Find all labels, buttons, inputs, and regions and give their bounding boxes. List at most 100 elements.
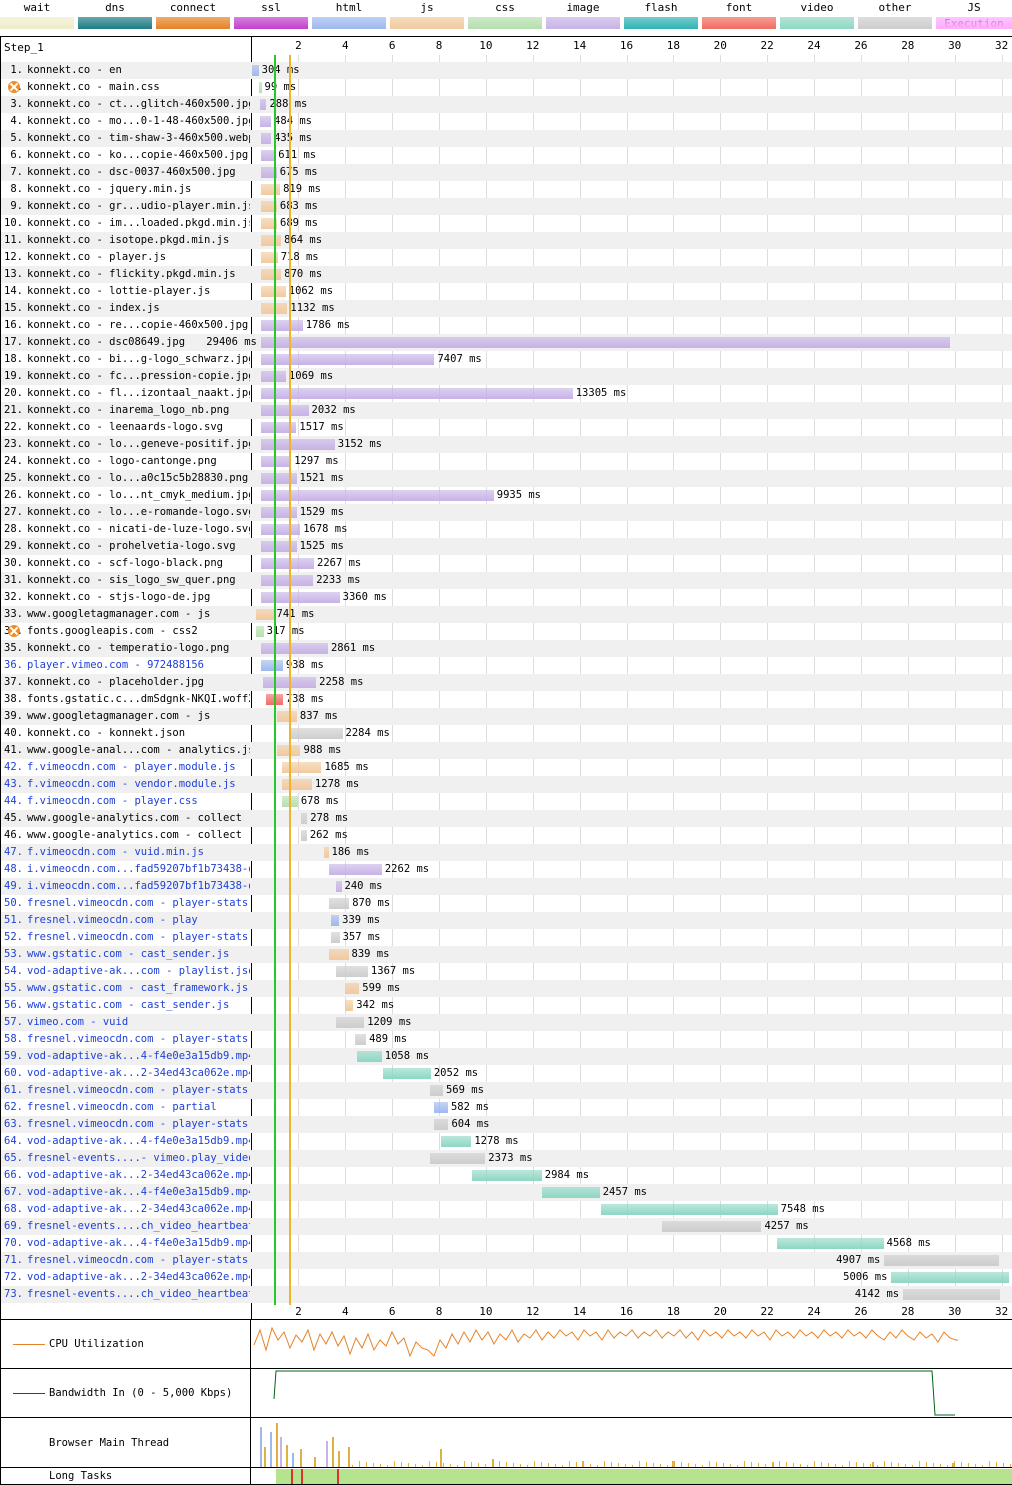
request-label[interactable]: 44. f.vimeocdn.com - player.css xyxy=(1,793,250,810)
request-row[interactable]: 35. konnekt.co - temperatio-logo.png 2861 … xyxy=(1,640,1012,657)
request-label[interactable]: 10. konnekt.co - im...loaded.pkgd.min.js xyxy=(1,215,250,232)
request-label[interactable]: 12. konnekt.co - player.js xyxy=(1,249,250,266)
request-label[interactable]: 25. konnekt.co - lo...a0c15c5b28830.png xyxy=(1,470,250,487)
request-label[interactable]: 55. www.gstatic.com - cast_framework.js xyxy=(1,980,250,997)
request-label[interactable]: 63. fresnel.vimeocdn.com - player-stats xyxy=(1,1116,250,1133)
request-row[interactable]: 14. konnekt.co - lottie-player.js 1062 ms xyxy=(1,283,1012,300)
request-row[interactable]: 47. f.vimeocdn.com - vuid.min.js 186 ms xyxy=(1,844,1012,861)
request-row[interactable]: 38. fonts.gstatic.c...dmSdgnk-NKQI.woff2 7… xyxy=(1,691,1012,708)
request-row[interactable]: 4. konnekt.co - mo...0-1-48-460x500.jpg 48… xyxy=(1,113,1012,130)
request-label[interactable]: 1. konnekt.co - en xyxy=(1,62,250,79)
request-label[interactable]: 16. konnekt.co - re...copie-460x500.jpg xyxy=(1,317,250,334)
request-label[interactable]: 14. konnekt.co - lottie-player.js xyxy=(1,283,250,300)
request-row[interactable]: 11. konnekt.co - isotope.pkgd.min.js 864 m… xyxy=(1,232,1012,249)
request-label[interactable]: 66. vod-adaptive-ak...2-34ed43ca062e.mp4 xyxy=(1,1167,250,1184)
request-label[interactable]: 56. www.gstatic.com - cast_sender.js xyxy=(1,997,250,1014)
request-row[interactable]: 15. konnekt.co - index.js 1132 ms xyxy=(1,300,1012,317)
request-label[interactable]: 40. konnekt.co - konnekt.json xyxy=(1,725,250,742)
request-row[interactable]: 52. fresnel.vimeocdn.com - player-stats 35… xyxy=(1,929,1012,946)
request-row[interactable]: 60. vod-adaptive-ak...2-34ed43ca062e.mp4 2… xyxy=(1,1065,1012,1082)
request-row[interactable]: 7. konnekt.co - dsc-0037-460x500.jpg 675 m… xyxy=(1,164,1012,181)
request-label[interactable]: 6. konnekt.co - ko...copie-460x500.jpg xyxy=(1,147,250,164)
request-row[interactable]: 33. www.googletagmanager.com - js 741 ms xyxy=(1,606,1012,623)
request-row[interactable]: 31. konnekt.co - sis_logo_sw_quer.png 2233… xyxy=(1,572,1012,589)
request-label[interactable]: 59. vod-adaptive-ak...4-f4e0e3a15db9.mp4 xyxy=(1,1048,250,1065)
request-label[interactable]: 29. konnekt.co - prohelvetia-logo.svg xyxy=(1,538,250,555)
request-row[interactable]: 9. konnekt.co - gr...udio-player.min.js 68… xyxy=(1,198,1012,215)
request-label[interactable]: 30. konnekt.co - scf-logo-black.png xyxy=(1,555,250,572)
request-label[interactable]: 58. fresnel.vimeocdn.com - player-stats xyxy=(1,1031,250,1048)
request-row[interactable]: 64. vod-adaptive-ak...4-f4e0e3a15db9.mp4 1… xyxy=(1,1133,1012,1150)
request-row[interactable]: 1. konnekt.co - en 304 ms xyxy=(1,62,1012,79)
request-label[interactable]: 73. fresnel-events....ch_video_heartbeat xyxy=(1,1286,250,1303)
request-label[interactable]: 35. konnekt.co - temperatio-logo.png xyxy=(1,640,250,657)
request-row[interactable]: 59. vod-adaptive-ak...4-f4e0e3a15db9.mp4 1… xyxy=(1,1048,1012,1065)
request-label[interactable]: 9. konnekt.co - gr...udio-player.min.js xyxy=(1,198,250,215)
request-label[interactable]: 26. konnekt.co - lo...nt_cmyk_medium.jpg xyxy=(1,487,250,504)
request-row[interactable]: 55. www.gstatic.com - cast_framework.js 59… xyxy=(1,980,1012,997)
request-label[interactable]: 62. fresnel.vimeocdn.com - partial xyxy=(1,1099,250,1116)
request-label[interactable]: 27. konnekt.co - lo...e-romande-logo.svg xyxy=(1,504,250,521)
request-row[interactable]: 20. konnekt.co - fl...izontaal_naakt.jpg 1… xyxy=(1,385,1012,402)
request-row[interactable]: 30. konnekt.co - scf-logo-black.png 2267 m… xyxy=(1,555,1012,572)
request-label[interactable]: 22. konnekt.co - leenaards-logo.svg xyxy=(1,419,250,436)
request-row[interactable]: 5. konnekt.co - tim-shaw-3-460x500.webp 43… xyxy=(1,130,1012,147)
request-label[interactable]: 64. vod-adaptive-ak...4-f4e0e3a15db9.mp4 xyxy=(1,1133,250,1150)
request-row[interactable]: 16. konnekt.co - re...copie-460x500.jpg 17… xyxy=(1,317,1012,334)
request-row[interactable]: 3. konnekt.co - ct...glitch-460x500.jpg 28… xyxy=(1,96,1012,113)
request-label[interactable]: 41. www.google-anal...com - analytics.js xyxy=(1,742,250,759)
request-label[interactable]: 53. www.gstatic.com - cast_sender.js xyxy=(1,946,250,963)
request-row[interactable]: 66. vod-adaptive-ak...2-34ed43ca062e.mp4 2… xyxy=(1,1167,1012,1184)
request-row[interactable]: 25. konnekt.co - lo...a0c15c5b28830.png 15… xyxy=(1,470,1012,487)
request-row[interactable]: 28. konnekt.co - nicati-de-luze-logo.svg 1… xyxy=(1,521,1012,538)
request-row[interactable]: 22. konnekt.co - leenaards-logo.svg 1517 m… xyxy=(1,419,1012,436)
request-row[interactable]: 65. fresnel-events....- vimeo.play_video 2… xyxy=(1,1150,1012,1167)
request-label[interactable]: 7. konnekt.co - dsc-0037-460x500.jpg xyxy=(1,164,250,181)
request-row[interactable]: 37. konnekt.co - placeholder.jpg 2258 ms xyxy=(1,674,1012,691)
request-row[interactable]: 42. f.vimeocdn.com - player.module.js 1685… xyxy=(1,759,1012,776)
request-row[interactable]: 2.konnekt.co - main.css 99 ms xyxy=(1,79,1012,96)
request-label[interactable]: 39. www.googletagmanager.com - js xyxy=(1,708,250,725)
request-row[interactable]: 40. konnekt.co - konnekt.json 2284 ms xyxy=(1,725,1012,742)
request-row[interactable]: 71. fresnel.vimeocdn.com - player-stats 49… xyxy=(1,1252,1012,1269)
request-row[interactable]: 6. konnekt.co - ko...copie-460x500.jpg 611… xyxy=(1,147,1012,164)
request-row[interactable]: 8. konnekt.co - jquery.min.js 819 ms xyxy=(1,181,1012,198)
request-row[interactable]: 68. vod-adaptive-ak...2-34ed43ca062e.mp4 7… xyxy=(1,1201,1012,1218)
request-label[interactable]: 45. www.google-analytics.com - collect xyxy=(1,810,250,827)
request-label[interactable]: 24. konnekt.co - logo-cantonge.png xyxy=(1,453,250,470)
request-label[interactable]: 49. i.vimeocdn.com...fad59207bf1b73438-d xyxy=(1,878,250,895)
request-label[interactable]: 37. konnekt.co - placeholder.jpg xyxy=(1,674,250,691)
request-row[interactable]: 57. vimeo.com - vuid 1209 ms xyxy=(1,1014,1012,1031)
request-label[interactable]: 48. i.vimeocdn.com...fad59207bf1b73438-d xyxy=(1,861,250,878)
request-row[interactable]: 53. www.gstatic.com - cast_sender.js 839 m… xyxy=(1,946,1012,963)
request-label[interactable]: 57. vimeo.com - vuid xyxy=(1,1014,250,1031)
request-label[interactable]: 15. konnekt.co - index.js xyxy=(1,300,250,317)
request-row[interactable]: 48. i.vimeocdn.com...fad59207bf1b73438-d 2… xyxy=(1,861,1012,878)
request-label[interactable]: 71. fresnel.vimeocdn.com - player-stats xyxy=(1,1252,250,1269)
request-row[interactable]: 51. fresnel.vimeocdn.com - play 339 ms xyxy=(1,912,1012,929)
request-label[interactable]: 67. vod-adaptive-ak...4-f4e0e3a15db9.mp4 xyxy=(1,1184,250,1201)
request-label[interactable]: 8. konnekt.co - jquery.min.js xyxy=(1,181,250,198)
request-label[interactable]: 42. f.vimeocdn.com - player.module.js xyxy=(1,759,250,776)
request-label[interactable]: 60. vod-adaptive-ak...2-34ed43ca062e.mp4 xyxy=(1,1065,250,1082)
request-row[interactable]: 62. fresnel.vimeocdn.com - partial 582 ms xyxy=(1,1099,1012,1116)
request-row[interactable]: 63. fresnel.vimeocdn.com - player-stats 60… xyxy=(1,1116,1012,1133)
request-row[interactable]: 69. fresnel-events....ch_video_heartbeat 4… xyxy=(1,1218,1012,1235)
request-row[interactable]: 23. konnekt.co - lo...geneve-positif.jpg 3… xyxy=(1,436,1012,453)
request-label[interactable]: 31. konnekt.co - sis_logo_sw_quer.png xyxy=(1,572,250,589)
request-row[interactable]: 67. vod-adaptive-ak...4-f4e0e3a15db9.mp4 2… xyxy=(1,1184,1012,1201)
request-row[interactable]: 17. konnekt.co - dsc08649.jpg 29406 ms xyxy=(1,334,1012,351)
request-label[interactable]: 54. vod-adaptive-ak...com - playlist.json xyxy=(1,963,250,980)
request-row[interactable]: 70. vod-adaptive-ak...4-f4e0e3a15db9.mp4 4… xyxy=(1,1235,1012,1252)
request-label[interactable]: 46. www.google-analytics.com - collect xyxy=(1,827,250,844)
request-label[interactable]: 19. konnekt.co - fc...pression-copie.jpg xyxy=(1,368,250,385)
request-row[interactable]: 46. www.google-analytics.com - collect 262… xyxy=(1,827,1012,844)
request-label[interactable]: 69. fresnel-events....ch_video_heartbeat xyxy=(1,1218,250,1235)
request-label[interactable]: 34.fonts.googleapis.com - css2 xyxy=(1,623,250,640)
request-row[interactable]: 45. www.google-analytics.com - collect 278… xyxy=(1,810,1012,827)
request-row[interactable]: 36. player.vimeo.com - 972488156 938 ms xyxy=(1,657,1012,674)
request-label[interactable]: 61. fresnel.vimeocdn.com - player-stats xyxy=(1,1082,250,1099)
request-label[interactable]: 13. konnekt.co - flickity.pkgd.min.js xyxy=(1,266,250,283)
request-label[interactable]: 51. fresnel.vimeocdn.com - play xyxy=(1,912,250,929)
request-row[interactable]: 56. www.gstatic.com - cast_sender.js 342 m… xyxy=(1,997,1012,1014)
